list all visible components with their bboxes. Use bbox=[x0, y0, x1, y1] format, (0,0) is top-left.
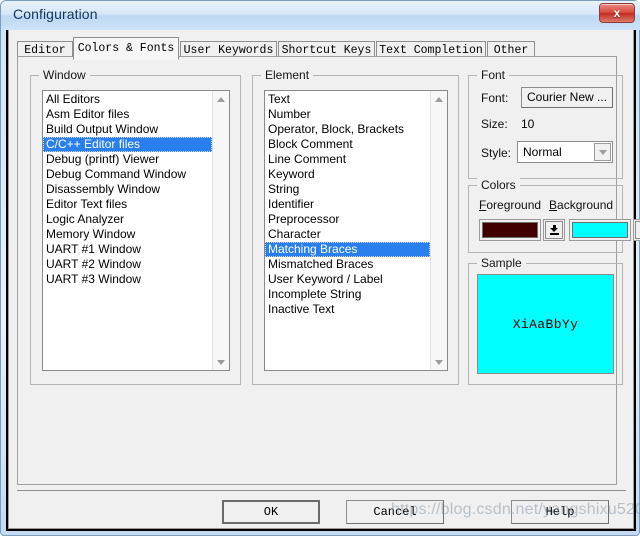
list-item[interactable]: Logic Analyzer bbox=[43, 212, 212, 227]
background-label-accelerator: B bbox=[549, 198, 558, 212]
sample-text: XiAaBbYy bbox=[512, 316, 579, 332]
list-item[interactable]: Matching Braces bbox=[265, 242, 430, 257]
list-item[interactable]: Mismatched Braces bbox=[265, 257, 430, 272]
help-button[interactable]: Help bbox=[511, 500, 609, 524]
window-title: Configuration bbox=[13, 6, 98, 22]
scroll-down-icon[interactable] bbox=[213, 354, 229, 370]
foreground-color-dropdown[interactable] bbox=[543, 219, 565, 241]
list-item[interactable]: C/C++ Editor files bbox=[43, 137, 212, 152]
tab-colors-fonts[interactable]: Colors & Fonts bbox=[73, 37, 179, 60]
foreground-color-swatch[interactable] bbox=[482, 222, 538, 238]
background-label-text: ackground bbox=[557, 198, 614, 212]
foreground-label: Foreground bbox=[479, 198, 541, 212]
style-combobox-value: Normal bbox=[523, 145, 562, 159]
list-item[interactable]: UART #1 Window bbox=[43, 242, 212, 257]
ok-button[interactable]: OK bbox=[222, 500, 320, 524]
window-groupbox: Window All Editors Asm Editor files Build … bbox=[30, 68, 241, 385]
close-button[interactable]: x bbox=[599, 3, 635, 23]
element-list-items[interactable]: Text Number Operator, Block, Brackets Block… bbox=[265, 92, 430, 317]
cancel-button[interactable]: Cancel bbox=[346, 500, 444, 524]
tab-page-colors-and-fonts: Window All Editors Asm Editor files Build … bbox=[17, 56, 640, 485]
font-groupbox: Font Font: Courier New ... Size: 10 Styl… bbox=[468, 68, 623, 179]
background-color-button[interactable] bbox=[569, 219, 631, 241]
list-item[interactable]: UART #3 Window bbox=[43, 272, 212, 287]
element-listbox[interactable]: Text Number Operator, Block, Brackets Block… bbox=[264, 90, 448, 371]
sample-group-legend: Sample bbox=[477, 256, 526, 270]
color-dropdown-icon[interactable] bbox=[635, 221, 640, 239]
background-color-dropdown[interactable] bbox=[633, 219, 640, 241]
list-item[interactable]: Editor Text files bbox=[43, 197, 212, 212]
style-combobox[interactable]: Normal bbox=[517, 141, 613, 163]
window-titlebar[interactable]: Configuration x bbox=[1, 1, 640, 30]
dialog-client-area: Editor Colors & Fonts User Keywords Shortcu… bbox=[8, 30, 640, 529]
font-picker-button[interactable]: Courier New ... bbox=[521, 87, 613, 108]
window-listbox[interactable]: All Editors Asm Editor files Build Output … bbox=[42, 90, 230, 371]
list-item[interactable]: Number bbox=[265, 107, 430, 122]
list-item[interactable]: Keyword bbox=[265, 167, 430, 182]
colors-groupbox: Colors Foreground Background bbox=[468, 178, 640, 253]
window-list-items[interactable]: All Editors Asm Editor files Build Output … bbox=[43, 92, 212, 287]
list-item[interactable]: Debug Command Window bbox=[43, 167, 212, 182]
foreground-color-button[interactable] bbox=[479, 219, 541, 241]
list-item[interactable]: Character bbox=[265, 227, 430, 242]
list-item[interactable]: Asm Editor files bbox=[43, 107, 212, 122]
sample-preview: XiAaBbYy bbox=[477, 274, 614, 374]
list-item[interactable]: Disassembly Window bbox=[43, 182, 212, 197]
font-group-legend: Font bbox=[477, 68, 510, 82]
foreground-label-text: oreground bbox=[486, 198, 542, 212]
style-label: Style: bbox=[481, 146, 512, 160]
chevron-down-icon[interactable] bbox=[594, 143, 611, 161]
list-item[interactable]: Operator, Block, Brackets bbox=[265, 122, 430, 137]
window-group-legend: Window bbox=[39, 68, 90, 82]
size-label: Size: bbox=[481, 117, 508, 131]
color-dropdown-icon[interactable] bbox=[545, 221, 563, 239]
list-item[interactable]: Incomplete String bbox=[265, 287, 430, 302]
list-item[interactable]: All Editors bbox=[43, 92, 212, 107]
list-item[interactable]: User Keyword / Label bbox=[265, 272, 430, 287]
list-item[interactable]: UART #2 Window bbox=[43, 257, 212, 272]
element-groupbox: Element Text Number Operator, Block, Brack… bbox=[252, 68, 459, 385]
font-label: Font: bbox=[481, 91, 509, 105]
list-item[interactable]: Build Output Window bbox=[43, 122, 212, 137]
list-item[interactable]: Line Comment bbox=[265, 152, 430, 167]
background-color-swatch[interactable] bbox=[572, 222, 628, 238]
list-item[interactable]: Memory Window bbox=[43, 227, 212, 242]
colors-group-legend: Colors bbox=[477, 178, 520, 192]
list-item[interactable]: String bbox=[265, 182, 430, 197]
list-item[interactable]: Block Comment bbox=[265, 137, 430, 152]
list-item[interactable]: Preprocessor bbox=[265, 212, 430, 227]
element-list-scrollbar[interactable] bbox=[430, 91, 447, 370]
list-item[interactable]: Debug (printf) Viewer bbox=[43, 152, 212, 167]
list-item[interactable]: Identifier bbox=[265, 197, 430, 212]
element-group-legend: Element bbox=[261, 68, 314, 82]
scroll-down-icon[interactable] bbox=[431, 354, 447, 370]
scroll-up-icon[interactable] bbox=[431, 91, 447, 107]
scroll-up-icon[interactable] bbox=[213, 91, 229, 107]
sample-groupbox: Sample XiAaBbYy bbox=[468, 256, 623, 385]
list-item[interactable]: Inactive Text bbox=[265, 302, 430, 317]
configuration-window: Configuration x Editor Colors & Fonts User… bbox=[0, 0, 640, 536]
close-icon: x bbox=[613, 6, 621, 20]
bottom-divider bbox=[17, 490, 626, 491]
list-item[interactable]: Text bbox=[265, 92, 430, 107]
size-value: 10 bbox=[521, 117, 535, 131]
window-list-scrollbar[interactable] bbox=[212, 91, 229, 370]
background-label: Background bbox=[549, 198, 613, 212]
